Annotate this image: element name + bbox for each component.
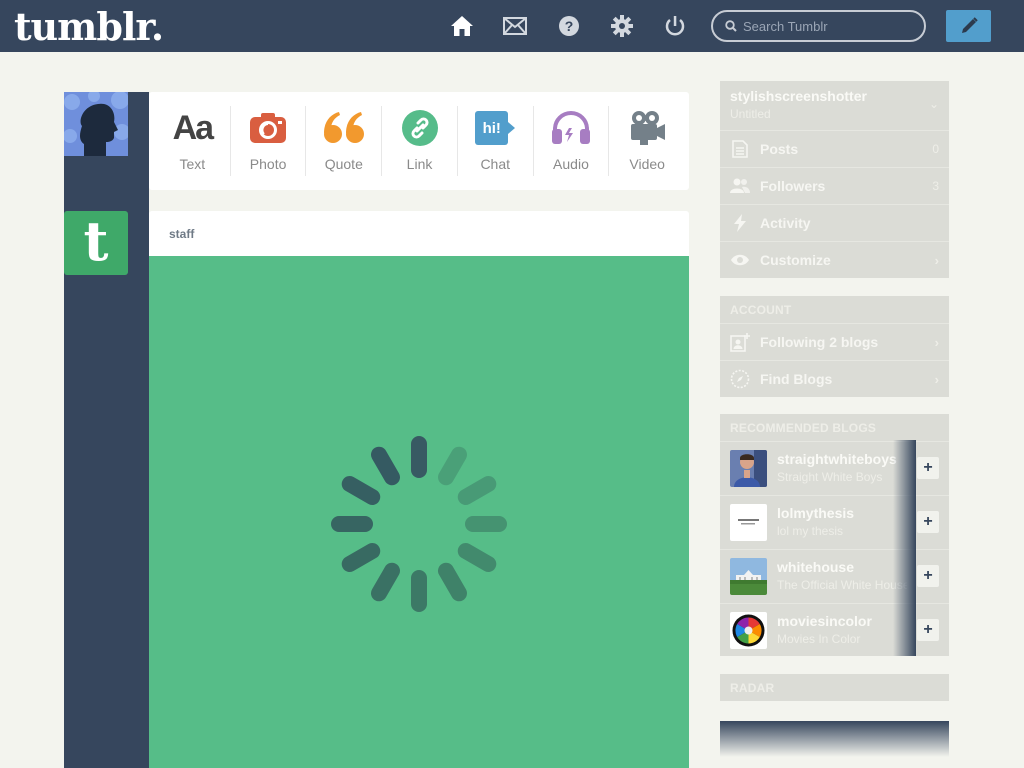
blog-avatar: [730, 504, 767, 541]
recommended-blog-name: straightwhiteboys: [777, 451, 897, 467]
search-box[interactable]: [711, 10, 926, 42]
sidebar-item-activity[interactable]: Activity: [720, 204, 949, 241]
follow-button[interactable]: +: [917, 511, 939, 533]
recommended-blog-title: lol my thesis: [777, 524, 844, 538]
posts-icon: [730, 140, 750, 158]
dashboard-post: staff: [149, 211, 689, 768]
post-type-bar: Aa Text Photo Quote Link hi! Chat Audio …: [149, 92, 689, 190]
radar-content[interactable]: [720, 721, 949, 757]
sidebar-item-label: Followers: [760, 178, 826, 194]
staff-blog-avatar[interactable]: t: [64, 211, 128, 275]
quote-icon: [323, 112, 364, 143]
recommended-blog-name: moviesincolor: [777, 613, 872, 629]
text-post-icon: Aa: [172, 108, 214, 147]
compose-button[interactable]: [946, 10, 991, 42]
post-link-button[interactable]: Link: [382, 106, 458, 176]
sidebar-radar-panel: RADAR: [720, 674, 949, 701]
chevron-right-icon: ›: [934, 252, 939, 268]
follow-button[interactable]: +: [917, 565, 939, 587]
post-quote-button[interactable]: Quote: [306, 106, 383, 176]
link-icon: [401, 110, 438, 146]
search-input[interactable]: [743, 18, 903, 34]
recommended-heading: RECOMMENDED BLOGS: [730, 421, 877, 435]
sidebar-item-find-blogs[interactable]: Find Blogs ›: [720, 360, 949, 397]
activity-icon: [730, 214, 750, 232]
sidebar-blog-panel: stylishscreenshotter Untitled ⌄ Posts 0 …: [720, 81, 949, 278]
recommended-blog-name: lolmythesis: [777, 505, 855, 521]
post-type-label: Video: [629, 156, 665, 172]
recommended-fade: [893, 440, 916, 656]
post-audio-button[interactable]: Audio: [534, 106, 610, 176]
sidebar-item-label: Find Blogs: [760, 371, 833, 387]
blog-selector[interactable]: stylishscreenshotter Untitled ⌄: [720, 81, 949, 130]
post-type-label: Chat: [480, 156, 511, 172]
top-navigation-bar: tumblr. ?: [0, 0, 1024, 52]
sidebar-item-label: Activity: [760, 215, 811, 231]
sidebar-item-label: Customize: [760, 252, 831, 268]
post-content: [149, 256, 689, 768]
post-type-label: Quote: [324, 156, 363, 172]
radar-heading: RADAR: [730, 681, 775, 695]
loading-spinner-icon: [331, 436, 507, 612]
video-camera-icon: [631, 111, 666, 145]
sidebar-item-following[interactable]: Following 2 blogs ›: [720, 323, 949, 360]
search-icon: [725, 20, 737, 32]
eye-icon: [730, 254, 750, 266]
sidebar-item-posts[interactable]: Posts 0: [720, 130, 949, 167]
post-text-button[interactable]: Aa Text: [155, 106, 231, 176]
chevron-right-icon: ›: [934, 371, 939, 387]
following-icon: [730, 332, 750, 352]
blog-name: stylishscreenshotter: [730, 88, 867, 104]
user-avatar[interactable]: [64, 92, 128, 156]
mail-icon[interactable]: [502, 13, 528, 39]
posts-count: 0: [932, 142, 939, 156]
tumblr-t-icon: t: [83, 209, 109, 273]
dashboard-left-column: [64, 92, 149, 768]
blog-avatar: [730, 450, 767, 487]
recommended-blog-name: whitehouse: [777, 559, 855, 575]
pencil-icon: [961, 17, 978, 33]
blog-avatar: [730, 558, 767, 595]
post-type-label: Audio: [553, 156, 589, 172]
blog-avatar: [730, 612, 767, 649]
settings-icon[interactable]: [609, 13, 635, 39]
recommended-blog-title: Movies In Color: [777, 632, 861, 646]
sidebar-item-followers[interactable]: Followers 3: [720, 167, 949, 204]
follow-button[interactable]: +: [917, 619, 939, 641]
chevron-down-icon: ⌄: [928, 97, 939, 111]
camera-icon: [250, 113, 287, 143]
post-author[interactable]: staff: [149, 211, 689, 256]
chevron-right-icon: ›: [934, 334, 939, 350]
power-icon[interactable]: [662, 13, 688, 39]
post-type-label: Text: [179, 156, 206, 172]
post-photo-button[interactable]: Photo: [231, 106, 307, 176]
followers-icon: [730, 178, 750, 194]
post-type-label: Photo: [249, 156, 287, 172]
follow-button[interactable]: +: [917, 457, 939, 479]
sidebar-item-customize[interactable]: Customize ›: [720, 241, 949, 278]
sidebar-item-label: Posts: [760, 141, 799, 157]
recommended-blog-title: Straight White Boys: [777, 470, 883, 484]
headphones-icon: [551, 111, 590, 144]
chat-icon: hi!: [475, 111, 516, 145]
post-chat-button[interactable]: hi! Chat: [458, 106, 534, 176]
compass-icon: [730, 369, 750, 389]
tumblr-logo[interactable]: tumblr.: [14, 4, 164, 49]
blog-subtitle: Untitled: [730, 107, 771, 121]
recommended-blog-title: The Official White House: [777, 578, 907, 592]
followers-count: 3: [932, 179, 939, 193]
svg-text:?: ?: [565, 18, 574, 34]
sidebar-account-panel: ACCOUNT Following 2 blogs › Find Blogs ›: [720, 296, 949, 397]
home-icon[interactable]: [449, 13, 475, 39]
account-heading: ACCOUNT: [730, 303, 792, 317]
post-type-label: Link: [406, 156, 433, 172]
post-video-button[interactable]: Video: [609, 106, 685, 176]
help-icon[interactable]: ?: [556, 13, 582, 39]
sidebar-item-label: Following 2 blogs: [760, 334, 879, 350]
